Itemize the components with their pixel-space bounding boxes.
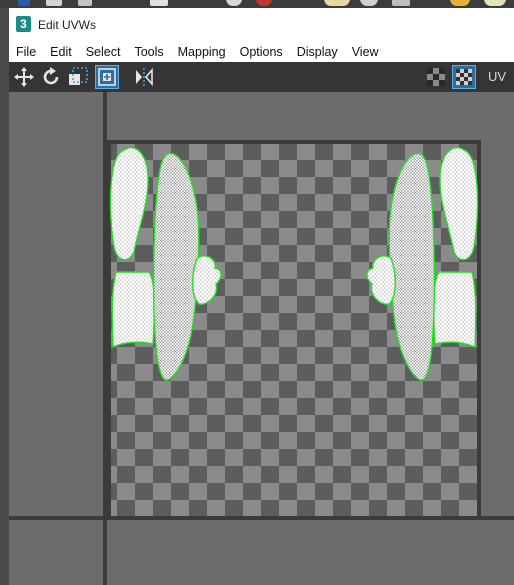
checker-toggle-icon[interactable] bbox=[424, 65, 448, 89]
checker-map-icon[interactable] bbox=[452, 65, 476, 89]
menu-edit[interactable]: Edit bbox=[43, 45, 79, 59]
uv-shell-sole-bottom-right[interactable] bbox=[432, 271, 477, 349]
window-title: Edit UVWs bbox=[38, 18, 97, 32]
uv-toolbar: UV bbox=[9, 62, 514, 92]
menu-bar: File Edit Select Tools Mapping Options D… bbox=[9, 41, 514, 62]
menu-view[interactable]: View bbox=[345, 45, 386, 59]
uv-shell-sole-bottom-left[interactable] bbox=[111, 271, 156, 349]
mirror-icon[interactable] bbox=[132, 65, 156, 89]
cutoff-tool-icon[interactable] bbox=[324, 0, 350, 6]
uv-editor-viewport[interactable] bbox=[9, 92, 514, 585]
app-icon: 3 bbox=[16, 16, 31, 32]
cutoff-tool-icon[interactable] bbox=[256, 0, 272, 6]
top-toolbar-strip bbox=[0, 0, 514, 8]
cutoff-tool-icon[interactable] bbox=[450, 0, 470, 6]
menu-select[interactable]: Select bbox=[79, 45, 128, 59]
title-bar: 3 Edit UVWs bbox=[9, 8, 514, 41]
freeform-icon[interactable] bbox=[66, 65, 90, 89]
menu-file[interactable]: File bbox=[9, 45, 43, 59]
cutoff-tool-icon[interactable] bbox=[18, 0, 30, 6]
cutoff-tool-icon[interactable] bbox=[78, 0, 92, 6]
menu-mapping[interactable]: Mapping bbox=[171, 45, 233, 59]
cutoff-tool-icon[interactable] bbox=[360, 0, 378, 6]
cutoff-tool-icon[interactable] bbox=[226, 0, 242, 6]
cutoff-tool-icon[interactable] bbox=[46, 0, 62, 6]
move-icon[interactable] bbox=[12, 65, 36, 89]
left-gutter bbox=[0, 8, 9, 585]
menu-tools[interactable]: Tools bbox=[127, 45, 170, 59]
scale-icon[interactable] bbox=[95, 65, 119, 89]
cutoff-tool-icon[interactable] bbox=[392, 0, 410, 6]
cutoff-tool-icon[interactable] bbox=[484, 0, 506, 6]
menu-options[interactable]: Options bbox=[233, 45, 290, 59]
rotate-icon[interactable] bbox=[39, 65, 63, 89]
menu-display[interactable]: Display bbox=[290, 45, 345, 59]
uv-mode-label[interactable]: UV bbox=[488, 69, 506, 84]
uv-canvas[interactable] bbox=[9, 92, 514, 585]
cutoff-tool-icon[interactable] bbox=[150, 0, 168, 6]
